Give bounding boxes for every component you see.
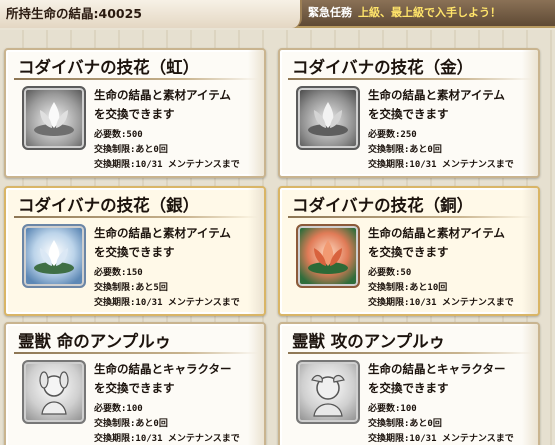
card-ornament — [522, 50, 538, 176]
card-description: 生命の結晶と素材アイテム を交換できます — [368, 224, 505, 262]
card-info: 必要数:250 交換制限:あと0回 交換期限:10/31 メンテナンスまで — [368, 128, 514, 173]
spirit-beast-life-icon — [22, 360, 86, 424]
required-count: 必要数:500 — [94, 130, 143, 140]
title-divider — [14, 216, 258, 218]
required-count: 必要数:50 — [368, 268, 412, 278]
exchange-card-gold[interactable]: コダイバナの技花（金） 生命の結晶と素材アイテム を交換できます 必要数:250… — [278, 48, 540, 178]
description-line-1: 生命の結晶とキャラクター — [94, 362, 232, 376]
exchange-limit: 交換制限:あと0回 — [94, 419, 168, 429]
description-line-2: を交換できます — [368, 245, 449, 259]
description-line-1: 生命の結晶と素材アイテム — [368, 88, 505, 102]
description-line-1: 生命の結晶と素材アイテム — [94, 88, 231, 102]
description-line-2: を交換できます — [368, 107, 449, 121]
card-info: 必要数:50 交換制限:あと10回 交換期限:10/31 メンテナンスまで — [368, 266, 514, 311]
card-description: 生命の結晶とキャラクター を交換できます — [368, 360, 506, 398]
required-count: 必要数:100 — [368, 404, 417, 414]
description-line-1: 生命の結晶と素材アイテム — [368, 226, 505, 240]
card-title: コダイバナの技花（銀） — [18, 196, 200, 215]
exchange-deadline: 交換期限:10/31 メンテナンスまで — [368, 298, 514, 308]
description-line-1: 生命の結晶と素材アイテム — [94, 226, 231, 240]
description-line-1: 生命の結晶とキャラクター — [368, 362, 506, 376]
urgent-mission-notice[interactable]: 緊急任務 上級、最上級で入手しよう！ — [306, 0, 555, 26]
exchange-deadline: 交換期限:10/31 メンテナンスまで — [368, 160, 514, 170]
card-title: 霊獣 命のアンプルゥ — [18, 332, 172, 351]
card-ornament — [248, 324, 264, 445]
card-info: 必要数:150 交換制限:あと5回 交換期限:10/31 メンテナンスまで — [94, 266, 240, 311]
description-line-2: を交換できます — [94, 107, 175, 121]
description-line-2: を交換できます — [94, 381, 175, 395]
exchange-card-spirit-attack[interactable]: 霊獣 攻のアンプルゥ 生命の結晶とキャラクター を交換できます 必要数:100 … — [278, 322, 540, 445]
card-info: 必要数:100 交換制限:あと0回 交換期限:10/31 メンテナンスまで — [368, 402, 514, 445]
notice-message: 上級、最上級で入手しよう！ — [358, 6, 501, 19]
card-title: コダイバナの技花（銅） — [292, 196, 474, 215]
exchange-card-rainbow[interactable]: コダイバナの技花（虹） 生命の結晶と素材アイテム を交換できます 必要数:500… — [4, 48, 266, 178]
title-divider — [14, 352, 258, 354]
card-title: コダイバナの技花（虹） — [18, 58, 200, 77]
card-ornament — [248, 188, 264, 314]
card-description: 生命の結晶とキャラクター を交換できます — [94, 360, 232, 398]
lotus-bronze-icon — [296, 224, 360, 288]
exchange-limit: 交換制限:あと0回 — [368, 145, 442, 155]
card-title: コダイバナの技花（金） — [292, 58, 474, 77]
title-divider — [14, 78, 258, 80]
card-description: 生命の結晶と素材アイテム を交換できます — [94, 86, 231, 124]
card-info: 必要数:500 交換制限:あと0回 交換期限:10/31 メンテナンスまで — [94, 128, 240, 173]
lotus-silver-icon — [22, 224, 86, 288]
required-count: 必要数:150 — [94, 268, 143, 278]
exchange-deadline: 交換期限:10/31 メンテナンスまで — [368, 434, 514, 444]
notice-label: 緊急任務 — [308, 6, 352, 19]
spirit-beast-attack-icon — [296, 360, 360, 424]
card-description: 生命の結晶と素材アイテム を交換できます — [368, 86, 505, 124]
exchange-limit: 交換制限:あと0回 — [94, 145, 168, 155]
required-count: 必要数:250 — [368, 130, 417, 140]
exchange-limit: 交換制限:あと0回 — [368, 419, 442, 429]
description-line-2: を交換できます — [94, 245, 175, 259]
exchange-limit: 交換制限:あと5回 — [94, 283, 168, 293]
card-ornament — [248, 50, 264, 176]
card-ornament — [522, 324, 538, 445]
crystal-count: 所持生命の結晶:40025 — [0, 0, 302, 28]
exchange-card-spirit-life[interactable]: 霊獣 命のアンプルゥ 生命の結晶とキャラクター を交換できます 必要数:100 … — [4, 322, 266, 445]
lotus-gold-icon — [296, 86, 360, 150]
exchange-card-silver[interactable]: コダイバナの技花（銀） 生命の結晶と素材アイテム を交換できます 必要数:150… — [4, 186, 266, 316]
title-divider — [288, 352, 532, 354]
card-description: 生命の結晶と素材アイテム を交換できます — [94, 224, 231, 262]
title-divider — [288, 78, 532, 80]
exchange-deadline: 交換期限:10/31 メンテナンスまで — [94, 160, 240, 170]
top-bar: 所持生命の結晶:40025 緊急任務 上級、最上級で入手しよう！ — [0, 0, 555, 28]
exchange-deadline: 交換期限:10/31 メンテナンスまで — [94, 298, 240, 308]
title-divider — [288, 216, 532, 218]
card-info: 必要数:100 交換制限:あと0回 交換期限:10/31 メンテナンスまで — [94, 402, 240, 445]
exchange-limit: 交換制限:あと10回 — [368, 283, 448, 293]
exchange-deadline: 交換期限:10/31 メンテナンスまで — [94, 434, 240, 444]
lotus-rainbow-icon — [22, 86, 86, 150]
card-title: 霊獣 攻のアンプルゥ — [292, 332, 446, 351]
exchange-card-bronze[interactable]: コダイバナの技花（銅） 生命の結晶と素材アイテム を交換できます 必要数:50 … — [278, 186, 540, 316]
required-count: 必要数:100 — [94, 404, 143, 414]
description-line-2: を交換できます — [368, 381, 449, 395]
card-ornament — [522, 188, 538, 314]
